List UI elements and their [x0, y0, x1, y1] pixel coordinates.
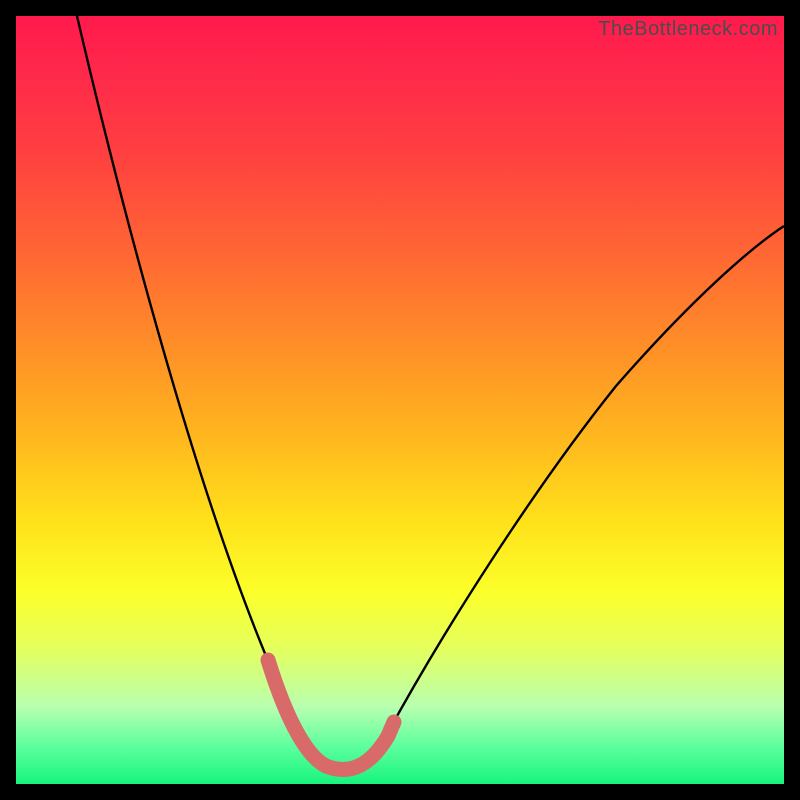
bottleneck-curve: [16, 16, 784, 784]
chart-frame: TheBottleneck.com: [16, 16, 784, 784]
sweet-spot-highlight: [268, 660, 394, 770]
watermark-text: TheBottleneck.com: [598, 18, 778, 41]
curve-path: [77, 16, 784, 768]
